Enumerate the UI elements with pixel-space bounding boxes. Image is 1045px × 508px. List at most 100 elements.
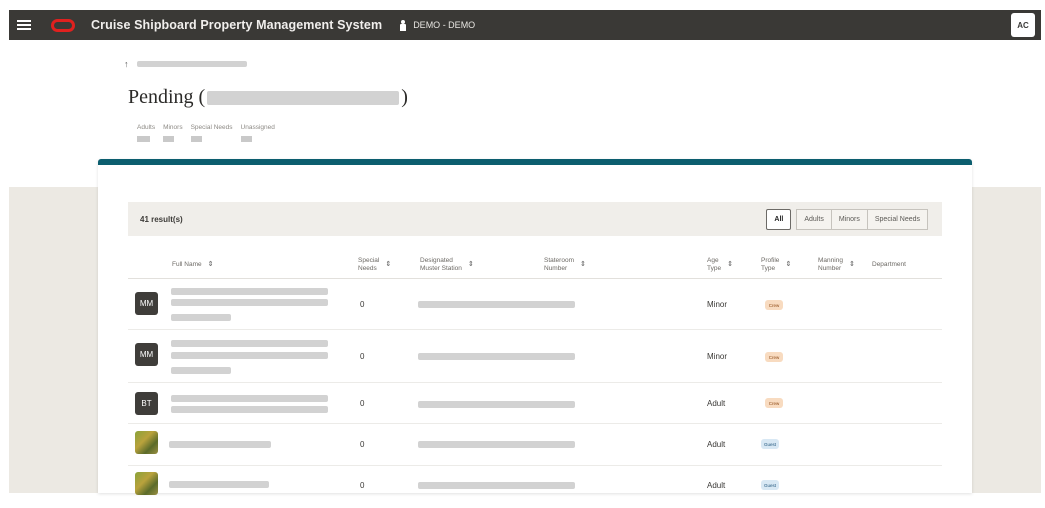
table-row[interactable]: BT 0 Adult Crew (128, 383, 942, 424)
redacted-name (169, 441, 271, 448)
table-body: MM 0 Minor Crew MM 0 Minor Crew BT 0 Adu… (128, 280, 942, 508)
filter-special-needs-button[interactable]: Special Needs (866, 209, 928, 230)
stat-label: Minors (163, 124, 183, 131)
column-label: Manning Number (818, 257, 843, 272)
table-header: Full Name ⇕ Special Needs ⇕ Designated Mus… (128, 251, 942, 279)
column-manning-number[interactable]: Manning Number ⇕ (818, 257, 855, 273)
page-title-prefix: Pending ( (128, 86, 206, 108)
redacted-muster-station (418, 301, 575, 308)
redacted-stat-value (190, 136, 202, 142)
avatar: MM (135, 292, 158, 315)
redacted-name (171, 340, 328, 347)
redacted-name (171, 395, 328, 402)
stat-label: Adults (137, 124, 156, 131)
profile-type-badge: Crew (765, 300, 783, 310)
results-toolbar: 41 result(s) All Adults Minors Special N… (128, 202, 942, 236)
special-needs-value: 0 (360, 352, 365, 361)
column-special-needs[interactable]: Special Needs ⇕ (358, 257, 391, 273)
page-title: Pending ( ) (128, 86, 408, 109)
column-label: Age Type (707, 257, 722, 272)
environment-label: DEMO - DEMO (413, 20, 476, 30)
special-needs-value: 0 (360, 440, 365, 449)
avatar (135, 431, 158, 454)
redacted-breadcrumb (136, 61, 247, 67)
column-label: Department (872, 261, 906, 268)
column-label: Full Name (172, 261, 202, 268)
sort-icon[interactable]: ⇕ (849, 261, 855, 269)
redacted-muster-station (418, 401, 575, 408)
avatar: BT (135, 392, 158, 415)
redacted-name (171, 352, 328, 359)
breadcrumb-back[interactable]: ↑ (124, 59, 247, 69)
table-row[interactable]: MM 0 Minor Crew (128, 280, 942, 330)
redacted-name (171, 299, 328, 306)
stat-adults: Adults (137, 124, 155, 142)
sort-icon[interactable]: ⇕ (580, 261, 586, 269)
sort-icon[interactable]: ⇕ (385, 261, 391, 269)
up-arrow-icon: ↑ (124, 59, 129, 69)
special-needs-value: 0 (360, 300, 365, 309)
table-row[interactable]: MM 0 Minor Crew (128, 330, 942, 383)
redacted-stat-value (240, 136, 252, 142)
redacted-name (171, 406, 328, 413)
results-count: 41 result(s) (140, 214, 183, 224)
column-department: Department (872, 261, 906, 269)
age-type-value: Minor (707, 352, 728, 361)
profile-type-badge: Crew (765, 352, 783, 362)
sort-icon[interactable]: ⇕ (468, 261, 474, 269)
age-type-value: Adult (707, 399, 726, 408)
column-stateroom-number[interactable]: Stateroom Number ⇕ (544, 257, 586, 273)
redacted-stat-value (137, 136, 150, 142)
avatar: MM (135, 343, 158, 366)
filter-all-button[interactable]: All (766, 209, 792, 230)
top-navigation-bar: Cruise Shipboard Property Management Sys… (9, 10, 1041, 40)
summary-stats: Adults Minors Special Needs Unassigned (137, 124, 275, 142)
redacted-muster-station (418, 441, 575, 448)
page-title-suffix: ) (401, 86, 408, 108)
column-age-type[interactable]: Age Type ⇕ (707, 257, 733, 273)
filter-minors-button[interactable]: Minors (830, 209, 868, 230)
sort-icon[interactable]: ⇕ (208, 261, 214, 269)
table-row[interactable]: 0 Adult Guest (128, 424, 942, 466)
column-label: Special Needs (358, 257, 380, 272)
oracle-logo (51, 18, 75, 32)
column-label: Stateroom Number (544, 257, 574, 272)
redacted-title-text (207, 90, 400, 105)
user-avatar[interactable]: AC (1011, 13, 1035, 37)
column-muster-station[interactable]: Designated Muster Station ⇕ (420, 257, 474, 273)
age-type-value: Minor (707, 300, 728, 309)
redacted-muster-station (418, 482, 575, 489)
stat-label: Special Needs (190, 124, 233, 131)
stat-minors: Minors (163, 124, 183, 142)
age-type-value: Adult (707, 481, 726, 490)
app-frame: Cruise Shipboard Property Management Sys… (0, 0, 1045, 495)
stat-label: Unassigned (240, 124, 275, 131)
profile-type-badge: Guest (761, 480, 779, 490)
stat-unassigned: Unassigned (240, 124, 275, 142)
redacted-name (171, 288, 328, 295)
hamburger-menu-icon[interactable] (17, 20, 31, 30)
redacted-name (171, 367, 231, 374)
avatar (135, 472, 158, 495)
filter-adults-button[interactable]: Adults (796, 209, 832, 230)
column-full-name[interactable]: Full Name ⇕ (172, 261, 214, 269)
table-row[interactable]: 0 Adult Guest (128, 466, 942, 508)
ship-icon (400, 19, 407, 31)
profile-type-badge: Crew (765, 398, 783, 408)
redacted-stat-value (163, 136, 175, 142)
redacted-name (171, 314, 231, 321)
special-needs-value: 0 (360, 399, 365, 408)
sort-icon[interactable]: ⇕ (785, 261, 791, 269)
column-label: Profile Type (761, 257, 780, 272)
results-card: 41 result(s) All Adults Minors Special N… (98, 159, 972, 495)
filter-button-group: All Adults Minors Special Needs (766, 209, 928, 230)
special-needs-value: 0 (360, 481, 365, 490)
app-title: Cruise Shipboard Property Management Sys… (91, 18, 383, 32)
profile-type-badge: Guest (761, 439, 779, 449)
column-label: Designated Muster Station (420, 257, 462, 272)
age-type-value: Adult (707, 440, 726, 449)
sort-icon[interactable]: ⇕ (727, 261, 733, 269)
redacted-name (169, 481, 269, 488)
stat-special-needs: Special Needs (190, 124, 233, 142)
column-profile-type[interactable]: Profile Type ⇕ (761, 257, 791, 273)
